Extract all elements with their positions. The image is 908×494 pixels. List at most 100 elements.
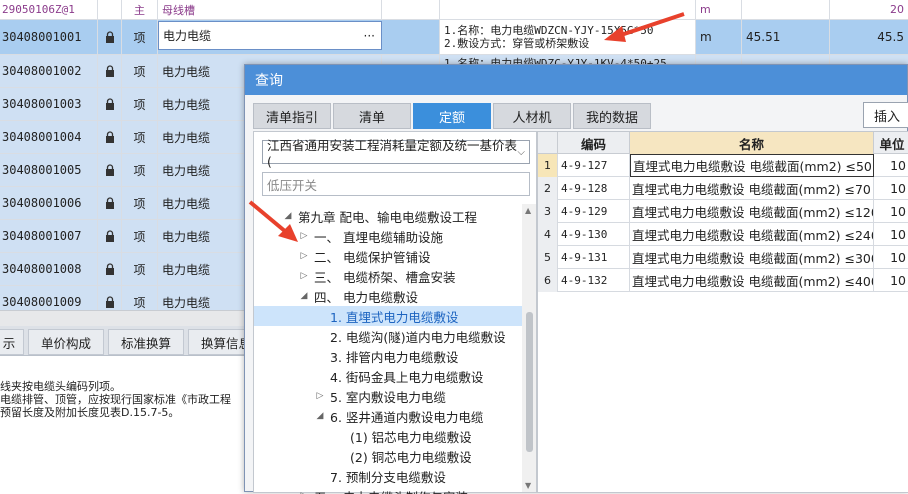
tree-node[interactable]: ◢四、 电力电缆敷设 — [254, 286, 522, 306]
header-unit[interactable]: 单位 — [874, 132, 908, 154]
tree-node-label: 5. 室内敷设电力电缆 — [330, 387, 446, 406]
scroll-up-icon[interactable]: ▲ — [525, 206, 531, 215]
result-row[interactable]: 24-9-128直埋式电力电缆敷设 电缆截面(mm2) ≤7010 — [538, 177, 908, 200]
lock-icon[interactable] — [98, 187, 122, 219]
header-qty-cell — [742, 0, 830, 19]
filter-input[interactable]: 低压开关 — [262, 172, 530, 196]
lock-icon[interactable] — [98, 121, 122, 153]
insert-button[interactable]: 插入 — [863, 102, 908, 128]
tree-node-label: 五、 电力电缆头制作与安装 — [314, 487, 468, 494]
result-row[interactable]: 34-9-129直埋式电力电缆敷设 电缆截面(mm2) ≤12010 — [538, 200, 908, 223]
red-arrow-icon — [246, 198, 302, 246]
row-type: 项 — [122, 187, 158, 219]
lock-icon[interactable] — [98, 253, 122, 285]
header-end: 20 — [830, 0, 908, 19]
result-unit: 10 — [874, 177, 908, 200]
tree-node[interactable]: ▷ 二、 电缆保护管铺设 — [254, 246, 522, 266]
header-unit: m — [696, 0, 742, 19]
tab-labor-material[interactable]: 人材机 — [493, 103, 571, 129]
ellipsis-button[interactable]: ··· — [364, 29, 375, 43]
table-row-selected[interactable]: 30408001001 项 电力电缆 ··· 1.名称：电力电缆WDZCN-YJ… — [0, 20, 908, 55]
result-code: 4-9-130 — [558, 223, 630, 246]
header-lock-cell — [98, 0, 122, 19]
row-feature-cell — [382, 20, 440, 54]
horizontal-splitter[interactable] — [0, 310, 250, 326]
tree-node[interactable]: ▷ 三、 电缆桥架、槽盒安装 — [254, 266, 522, 286]
tree-node-label: 6. 竖井通道内敷设电力电缆 — [330, 407, 483, 426]
detail-tab-0[interactable]: 示 — [0, 329, 24, 355]
result-code: 4-9-128 — [558, 177, 630, 200]
result-row[interactable]: 64-9-132直埋式电力电缆敷设 电缆截面(mm2) ≤40010 — [538, 269, 908, 292]
tree-node[interactable]: ▷ 五、 电力电缆头制作与安装 — [254, 486, 522, 494]
header-name[interactable]: 名称 — [630, 132, 874, 154]
row-code: 30408001003 — [0, 88, 98, 120]
result-code: 4-9-132 — [558, 269, 630, 292]
tab-list-guide[interactable]: 清单指引 — [253, 103, 331, 129]
tab-my-data[interactable]: 我的数据 — [573, 103, 651, 129]
table-header-row[interactable]: 29050106Z@1 主 母线槽 m 20 — [0, 0, 908, 20]
name-edit-field[interactable]: 电力电缆 ··· — [158, 21, 382, 50]
rule-line: 预留长度及附加长度见表D.15.7-5。 — [0, 406, 250, 419]
tree-node[interactable]: ▷ 5. 室内敷设电力电缆 — [254, 386, 522, 406]
dialog-title[interactable]: 查询 — [245, 65, 907, 95]
expanded-triangle-icon[interactable]: ◢ — [314, 410, 326, 422]
tree-node[interactable]: 4. 街码金具上电力电缆敷设 — [254, 366, 522, 386]
collapsed-triangle-icon[interactable]: ▷ — [314, 390, 326, 402]
chapter-tree: ◢第九章 配电、输电电缆敷设工程▷一、 直埋电缆辅助设施▷二、 电缆保护管铺设▷… — [254, 204, 522, 494]
library-select[interactable]: 江西省通用安装工程消耗量定额及统一基价表( ⌵ — [262, 140, 530, 164]
result-row[interactable]: 54-9-131直埋式电力电缆敷设 电缆截面(mm2) ≤30010 — [538, 246, 908, 269]
result-name: 直埋式电力电缆敷设 电缆截面(mm2) ≤70 — [630, 177, 874, 200]
result-row[interactable]: 44-9-130直埋式电力电缆敷设 电缆截面(mm2) ≤24010 — [538, 223, 908, 246]
tree-node[interactable]: (2) 铜芯电力电缆敷设 — [254, 446, 522, 466]
result-unit: 10 — [874, 223, 908, 246]
tree-node[interactable]: 1. 直埋式电力电缆敷设 — [254, 306, 522, 326]
row-code: 30408001006 — [0, 187, 98, 219]
tree-node[interactable]: (1) 铝芯电力电缆敷设 — [254, 426, 522, 446]
results-pane: 编码 名称 单位 14-9-127直埋式电力电缆敷设 电缆截面(mm2) ≤50… — [537, 131, 908, 493]
tree-node[interactable]: 2. 电缆沟(隧)道内电力电缆敷设 — [254, 326, 522, 346]
detail-tab-price[interactable]: 单价构成 — [28, 329, 104, 355]
lock-icon[interactable] — [98, 88, 122, 120]
row-end: 45.5 — [830, 20, 908, 54]
row-code: 30408001004 — [0, 121, 98, 153]
result-code: 4-9-129 — [558, 200, 630, 223]
lock-icon[interactable] — [98, 154, 122, 186]
scroll-thumb[interactable] — [526, 312, 533, 452]
tree-spacer — [334, 450, 346, 462]
collapsed-triangle-icon[interactable]: ▷ — [298, 270, 310, 282]
header-code[interactable]: 编码 — [558, 132, 630, 154]
collapsed-triangle-icon[interactable]: ▷ — [298, 490, 310, 494]
tree-node[interactable]: 3. 排管内电力电缆敷设 — [254, 346, 522, 366]
query-dialog: 查询 清单指引 清单 定额 人材机 我的数据 插入 江西省通用安装工程消耗量定额… — [244, 64, 908, 492]
tree-node-label: 7. 预制分支电缆敷设 — [330, 467, 446, 486]
row-type: 项 — [122, 55, 158, 87]
lock-icon[interactable] — [98, 20, 122, 54]
library-select-value: 江西省通用安装工程消耗量定额及统一基价表( — [267, 135, 517, 169]
row-code: 30408001005 — [0, 154, 98, 186]
lock-icon[interactable] — [98, 55, 122, 87]
detail-tab-standard[interactable]: 标准换算 — [108, 329, 184, 355]
tab-quota[interactable]: 定额 — [413, 103, 491, 129]
collapsed-triangle-icon[interactable]: ▷ — [298, 250, 310, 262]
row-type: 项 — [122, 253, 158, 285]
tree-node-label: (1) 铝芯电力电缆敷设 — [350, 427, 472, 446]
result-name: 直埋式电力电缆敷设 电缆截面(mm2) ≤120 — [630, 200, 874, 223]
row-type: 项 — [122, 20, 158, 54]
tree-node[interactable]: 7. 预制分支电缆敷设 — [254, 466, 522, 486]
tree-node-label: 三、 电缆桥架、槽盒安装 — [314, 267, 455, 286]
scroll-down-icon[interactable]: ▼ — [525, 481, 531, 490]
result-name: 直埋式电力电缆敷设 电缆截面(mm2) ≤400 — [630, 269, 874, 292]
expanded-triangle-icon[interactable]: ◢ — [298, 290, 310, 302]
detail-tabs: 示 单价构成 标准换算 换算信息 — [0, 326, 250, 356]
result-unit: 10 — [874, 246, 908, 269]
header-index — [538, 132, 558, 154]
row-code: 30408001008 — [0, 253, 98, 285]
result-row[interactable]: 14-9-127直埋式电力电缆敷设 电缆截面(mm2) ≤5010 — [538, 154, 908, 177]
tree-node-label: 二、 电缆保护管铺设 — [314, 247, 430, 266]
red-arrow-icon — [600, 10, 690, 44]
lock-icon[interactable] — [98, 220, 122, 252]
tree-node[interactable]: ◢ 6. 竖井通道内敷设电力电缆 — [254, 406, 522, 426]
tree-scrollbar[interactable]: ▲ ▼ — [522, 204, 536, 492]
row-type: 项 — [122, 121, 158, 153]
tab-list[interactable]: 清单 — [333, 103, 411, 129]
